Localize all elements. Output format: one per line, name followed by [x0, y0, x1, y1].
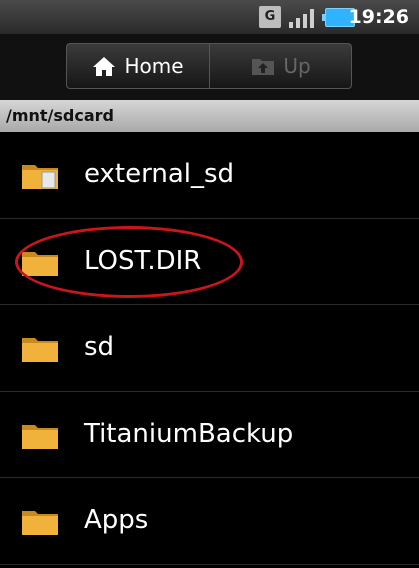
list-item-label: TitaniumBackup [84, 418, 294, 449]
list-item[interactable]: TitaniumBackup [0, 392, 419, 478]
network-g-icon: G [259, 6, 281, 28]
up-button[interactable]: Up [210, 44, 352, 88]
current-path: /mnt/sdcard [0, 100, 419, 132]
list-item-label: sd [84, 332, 115, 362]
list-item-label: external_sd [84, 159, 235, 189]
folder-with-file-icon [22, 162, 58, 189]
home-button-label: Home [124, 54, 184, 78]
folder-icon [22, 508, 58, 535]
list-item-label: LOST.DIR [84, 245, 202, 276]
folder-icon [22, 422, 58, 449]
list-item[interactable]: external_sd [0, 132, 419, 219]
status-bar: G 19:26 [0, 0, 419, 34]
list-item-label: Apps [84, 505, 149, 535]
home-button[interactable]: Home [67, 44, 210, 88]
nav-button-group: Home Up [66, 43, 352, 89]
file-list: external_sd LOST.DIR sd TitaniumBackup A… [0, 132, 419, 565]
list-item[interactable]: LOST.DIR [0, 219, 419, 305]
up-folder-icon [251, 55, 275, 77]
navigation-toolbar: Home Up [0, 34, 419, 100]
folder-icon [22, 335, 58, 362]
folder-icon [22, 249, 58, 276]
up-button-label: Up [283, 54, 311, 78]
status-time: 19:26 [348, 6, 409, 28]
list-item[interactable]: sd [0, 305, 419, 392]
signal-icon [289, 8, 319, 28]
list-item[interactable]: Apps [0, 478, 419, 565]
home-icon [92, 55, 116, 77]
